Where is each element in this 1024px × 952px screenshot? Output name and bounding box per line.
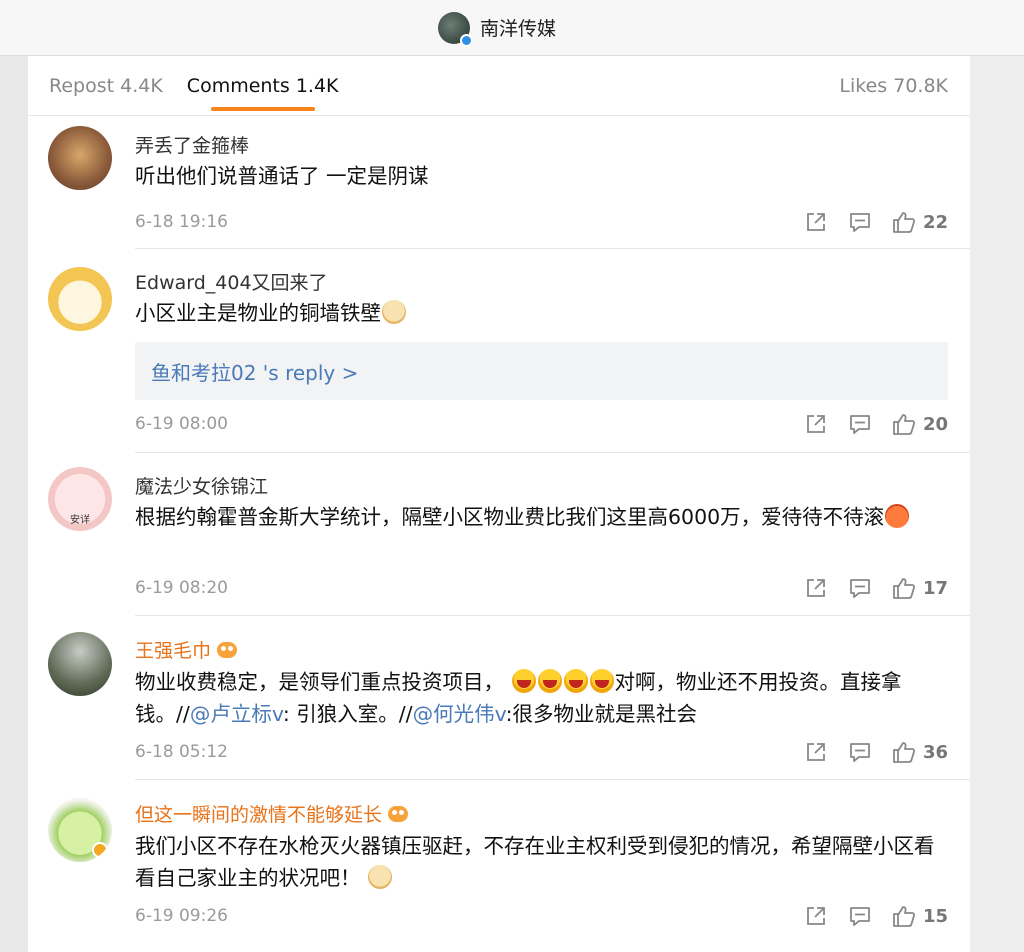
avatar[interactable]: 安详 bbox=[48, 467, 112, 531]
like-icon bbox=[891, 903, 917, 929]
like-button[interactable]: 15 bbox=[891, 903, 948, 929]
like-count: 17 bbox=[922, 577, 948, 599]
avatar[interactable] bbox=[48, 267, 112, 331]
account-name[interactable]: 南洋传媒 bbox=[480, 14, 556, 41]
laugh-emoji bbox=[589, 669, 614, 693]
avatar[interactable] bbox=[48, 126, 112, 190]
reply-icon[interactable] bbox=[847, 209, 873, 235]
comments-panel: Repost 4.4K Comments 1.4K Likes 70.8K 弄丢… bbox=[28, 56, 970, 952]
laugh-emoji bbox=[537, 669, 562, 693]
top-bar: 南洋传媒 bbox=[0, 0, 1024, 56]
like-icon bbox=[891, 575, 917, 601]
comment-item: 弄丢了金箍棒 听出他们说普通话了 一定是阴谋 6-18 19:16 22 bbox=[48, 116, 970, 249]
like-button[interactable]: 20 bbox=[891, 411, 948, 437]
comment-item: 王强毛巾 物业收费稳定，是领导们重点投资项目， 对啊，物业还不用投资。直接拿钱。… bbox=[48, 616, 970, 780]
vip-icon bbox=[217, 642, 238, 658]
like-count: 15 bbox=[922, 905, 948, 927]
vip-icon bbox=[388, 806, 409, 822]
share-icon[interactable] bbox=[803, 739, 829, 765]
comment-username[interactable]: 魔法少女徐锦江 bbox=[135, 472, 268, 499]
reply-icon[interactable] bbox=[847, 903, 873, 929]
mention-link[interactable]: @卢立标v bbox=[190, 702, 283, 726]
like-count: 36 bbox=[922, 741, 948, 763]
comment-time: 6-19 08:20 bbox=[135, 578, 228, 598]
comment-text: 物业收费稳定，是领导们重点投资项目， 对啊，物业还不用投资。直接拿钱。//@卢立… bbox=[135, 669, 902, 726]
like-button[interactable]: 36 bbox=[891, 739, 948, 765]
comment-username[interactable]: 弄丢了金箍棒 bbox=[135, 131, 249, 158]
comment-item: Edward_404又回来了 小区业主是物业的铜墙铁壁 鱼和考拉02 's re… bbox=[48, 249, 970, 453]
like-count: 22 bbox=[922, 211, 948, 233]
right-gutter bbox=[970, 56, 1024, 952]
comment-time: 6-19 09:26 bbox=[135, 906, 228, 926]
reply-link[interactable]: 鱼和考拉02 's reply > bbox=[135, 342, 948, 400]
share-icon[interactable] bbox=[803, 411, 829, 437]
tab-repost[interactable]: Repost 4.4K bbox=[49, 74, 163, 97]
doge-emoji bbox=[368, 865, 393, 889]
avatar[interactable] bbox=[48, 798, 112, 862]
comment-time: 6-19 08:00 bbox=[135, 414, 228, 434]
avatar-label: 安详 bbox=[70, 515, 90, 526]
tab-bar: Repost 4.4K Comments 1.4K Likes 70.8K bbox=[28, 56, 970, 116]
comment-username[interactable]: Edward_404又回来了 bbox=[135, 268, 328, 295]
share-icon[interactable] bbox=[803, 575, 829, 601]
reply-icon[interactable] bbox=[847, 739, 873, 765]
comment-text: 听出他们说普通话了 一定是阴谋 bbox=[135, 164, 429, 188]
like-icon bbox=[891, 209, 917, 235]
comment-time: 6-18 19:16 bbox=[135, 212, 228, 232]
account-avatar[interactable] bbox=[437, 11, 473, 47]
tab-comments[interactable]: Comments 1.4K bbox=[187, 74, 339, 111]
verified-icon bbox=[459, 33, 473, 47]
mention-link[interactable]: @何光伟v bbox=[413, 702, 506, 726]
laugh-emoji bbox=[563, 669, 588, 693]
comment-text: 我们小区不存在水枪灭火器镇压驱赶，不存在业主权利受到侵犯的情况，希望隔壁小区看看… bbox=[135, 834, 935, 890]
avatar[interactable] bbox=[48, 632, 112, 696]
comment-item: 但这一瞬间的激情不能够延长 我们小区不存在水枪灭火器镇压驱赶，不存在业主权利受到… bbox=[48, 780, 970, 952]
comment-time: 6-18 05:12 bbox=[135, 742, 228, 762]
like-button[interactable]: 17 bbox=[891, 575, 948, 601]
reply-icon[interactable] bbox=[847, 411, 873, 437]
angry-emoji bbox=[885, 504, 910, 528]
share-icon[interactable] bbox=[803, 903, 829, 929]
laugh-emoji bbox=[511, 669, 536, 693]
like-count: 20 bbox=[922, 413, 948, 435]
reply-icon[interactable] bbox=[847, 575, 873, 601]
share-icon[interactable] bbox=[803, 209, 829, 235]
doge-emoji bbox=[382, 300, 406, 324]
comment-text: 小区业主是物业的铜墙铁壁 bbox=[135, 297, 945, 329]
comment-item: 安详 魔法少女徐锦江 根据约翰霍普金斯大学统计，隔壁小区物业费比我们这里高600… bbox=[48, 453, 970, 616]
tab-likes[interactable]: Likes 70.8K bbox=[839, 74, 948, 97]
comment-text: 根据约翰霍普金斯大学统计，隔壁小区物业费比我们这里高6000万，爱待待不待滚 bbox=[135, 501, 945, 533]
verified-icon bbox=[92, 842, 108, 858]
like-icon bbox=[891, 739, 917, 765]
comment-username[interactable]: 王强毛巾 bbox=[135, 636, 238, 663]
like-button[interactable]: 22 bbox=[891, 209, 948, 235]
comment-username[interactable]: 但这一瞬间的激情不能够延长 bbox=[135, 800, 409, 827]
like-icon bbox=[891, 411, 917, 437]
